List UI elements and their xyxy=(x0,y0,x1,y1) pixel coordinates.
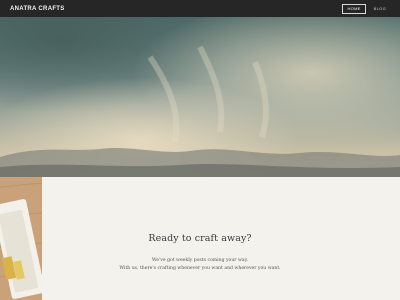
nav-links: HOME BLOG xyxy=(342,3,390,14)
section-body: We've got weekly posts coming your way. … xyxy=(42,257,358,273)
section-line-2: With us, there's crafting whenever you w… xyxy=(119,266,281,271)
section-heading: Ready to craft away? xyxy=(148,233,252,244)
nav-link-home[interactable]: HOME xyxy=(342,3,366,14)
nav-link-blog[interactable]: BLOG xyxy=(370,5,390,13)
page: ANATRA CRAFTS HOME BLOG Ready to craft a… xyxy=(0,0,400,300)
hero-sky-image xyxy=(0,17,400,177)
sky-photo xyxy=(0,17,400,177)
craft-photo xyxy=(0,177,42,300)
section-line-1: We've got weekly posts coming your way. xyxy=(151,258,249,263)
top-navbar: ANATRA CRAFTS HOME BLOG xyxy=(0,0,400,17)
craft-supplies-image xyxy=(0,177,42,300)
site-brand[interactable]: ANATRA CRAFTS xyxy=(10,6,65,12)
cta-section: Ready to craft away? We've got weekly po… xyxy=(42,177,400,300)
